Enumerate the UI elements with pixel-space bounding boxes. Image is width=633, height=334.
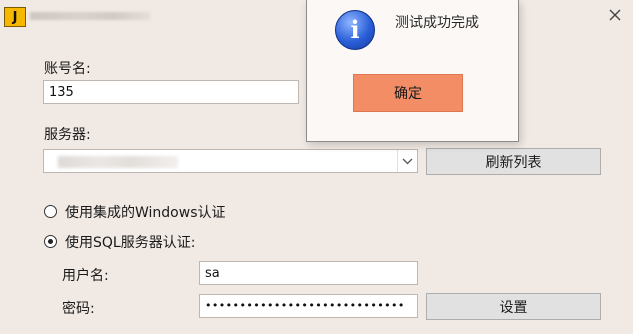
auth-windows-radio[interactable] <box>44 205 57 218</box>
ok-button[interactable]: 确定 <box>353 74 463 112</box>
username-input[interactable] <box>199 261 418 285</box>
server-label: 服务器: <box>44 127 91 143</box>
window-title-blurred <box>30 12 150 20</box>
password-input[interactable]: ••••••••••••••••••••••••••••• <box>199 294 418 318</box>
settings-button[interactable]: 设置 <box>426 293 601 320</box>
password-label: 密码: <box>62 301 95 317</box>
dropdown-button[interactable] <box>397 150 417 172</box>
username-label: 用户名: <box>62 268 109 284</box>
server-value-blurred <box>58 156 178 168</box>
refresh-list-button[interactable]: 刷新列表 <box>426 148 601 175</box>
auth-sql-label[interactable]: 使用SQL服务器认证: <box>65 232 195 252</box>
server-combobox[interactable] <box>43 149 418 173</box>
app-icon: J <box>4 7 26 27</box>
account-input[interactable] <box>43 80 299 104</box>
dialog-message: 测试成功完成 <box>395 15 479 31</box>
close-icon[interactable] <box>608 8 622 22</box>
account-label: 账号名: <box>44 61 91 77</box>
auth-sql-radio[interactable] <box>44 235 57 248</box>
auth-windows-label[interactable]: 使用集成的Windows认证 <box>65 202 226 222</box>
message-dialog: i 测试成功完成 确定 <box>306 0 519 142</box>
information-icon: i <box>335 10 375 50</box>
chevron-down-icon <box>402 158 413 164</box>
